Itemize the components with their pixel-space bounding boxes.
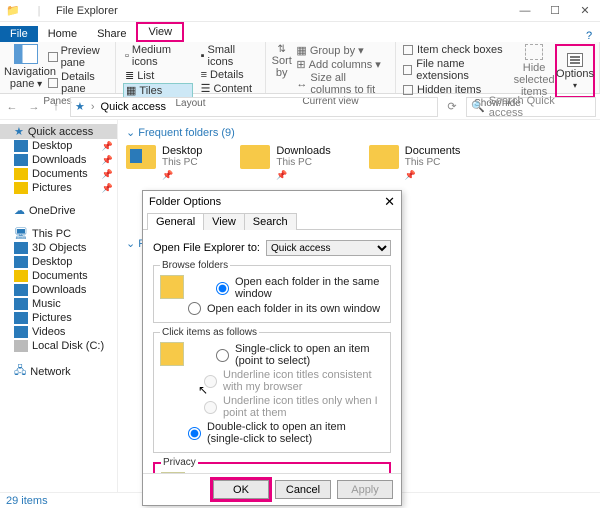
privacy-group: Privacy Show recently used files in Quic… <box>153 457 391 473</box>
sort-by-button[interactable]: ⇅Sort by <box>270 44 293 96</box>
layout-content[interactable]: ☰Content <box>199 82 258 95</box>
folder-icon <box>240 145 270 169</box>
ribbon-tabs: File Home Share View ? <box>0 22 600 42</box>
preview-pane-button[interactable]: Preview pane <box>48 44 111 70</box>
layout-small-icons[interactable]: ▪Small icons <box>199 44 258 68</box>
options-icon <box>567 53 583 67</box>
tree-desktop[interactable]: Desktop📌 <box>0 139 117 153</box>
maximize-button[interactable]: ☐ <box>540 0 570 22</box>
status-item-count: 29 items <box>6 495 48 507</box>
navigation-tree: ★Quick access Desktop📌 Downloads📌 Docume… <box>0 120 118 492</box>
tree-3d-objects[interactable]: 3D Objects <box>0 241 117 255</box>
tab-share[interactable]: Share <box>87 26 136 42</box>
address-bar: ← → ↑ ★ › Quick access ⟳ 🔍 Search Quick … <box>0 94 600 120</box>
browse-folders-icon <box>160 275 184 299</box>
qat-divider: | <box>30 2 48 20</box>
layout-details[interactable]: ≡Details <box>199 69 258 81</box>
dialog-tab-search[interactable]: Search <box>244 213 297 230</box>
dialog-close-button[interactable]: ✕ <box>384 194 395 210</box>
tree-network[interactable]: 🖧Network <box>0 361 117 382</box>
apply-button[interactable]: Apply <box>337 480 393 499</box>
hide-selected-button[interactable]: Hide selected items <box>513 44 555 98</box>
filename-extensions-toggle[interactable]: File name extensions <box>403 58 510 82</box>
tree-quick-access[interactable]: ★Quick access <box>0 124 117 139</box>
underline-browser-radio: Underline icon titles consistent with my… <box>160 368 384 394</box>
size-all-columns-button[interactable]: ↔ Size all columns to fit <box>296 72 388 96</box>
pin-icon: 📌 <box>276 170 330 181</box>
tree-pc-music[interactable]: Music <box>0 297 117 311</box>
layout-medium-icons[interactable]: ▫Medium icons <box>123 44 193 68</box>
tree-pc-videos[interactable]: Videos <box>0 325 117 339</box>
layout-list[interactable]: ≣List <box>123 69 193 82</box>
dialog-tab-general[interactable]: General <box>147 213 204 230</box>
click-items-icon <box>160 342 184 366</box>
folder-documents[interactable]: DocumentsThis PC📌 <box>369 145 461 181</box>
pin-icon: 📌 <box>102 183 113 194</box>
ribbon: Navigation pane ▾ Preview pane Details p… <box>0 42 600 94</box>
back-button[interactable]: ← <box>4 101 20 113</box>
pin-icon: 📌 <box>405 170 461 181</box>
folder-downloads[interactable]: DownloadsThis PC📌 <box>240 145 330 181</box>
tab-view[interactable]: View <box>136 22 184 42</box>
group-by-button[interactable]: ▦ Group by ▾ <box>296 44 388 57</box>
add-columns-button[interactable]: ⊞ Add columns ▾ <box>296 58 388 71</box>
ok-button[interactable]: OK <box>213 480 269 499</box>
folder-icon <box>126 145 156 169</box>
pin-icon: 📌 <box>102 155 113 166</box>
pin-icon: 📌 <box>102 141 113 152</box>
pin-icon: 📌 <box>102 169 113 180</box>
explorer-icon: 📁 <box>4 2 22 20</box>
single-click-radio[interactable]: Single-click to open an item (point to s… <box>188 342 384 368</box>
open-explorer-select[interactable]: Quick access <box>266 240 391 256</box>
underline-point-radio: Underline icon titles only when I point … <box>160 394 384 420</box>
dialog-tab-view[interactable]: View <box>203 213 245 230</box>
browse-folders-group: Browse folders Open each folder in the s… <box>153 260 391 323</box>
frequent-folders-heading[interactable]: ⌄Frequent folders (9) <box>126 126 592 139</box>
up-button[interactable]: ↑ <box>48 101 64 113</box>
breadcrumb-current: Quick access <box>101 101 166 113</box>
window-title: File Explorer <box>56 5 118 17</box>
item-checkboxes-toggle[interactable]: Item check boxes <box>403 44 510 56</box>
browse-same-window-radio[interactable]: Open each folder in the same window <box>188 275 384 301</box>
search-box[interactable]: 🔍 Search Quick access <box>466 97 596 117</box>
forward-button[interactable]: → <box>26 101 42 113</box>
open-explorer-label: Open File Explorer to: <box>153 242 260 254</box>
minimize-button[interactable]: — <box>510 0 540 22</box>
folder-options-dialog: Folder Options ✕ General View Search Ope… <box>142 190 402 506</box>
tree-documents[interactable]: Documents📌 <box>0 167 117 181</box>
tree-pc-downloads[interactable]: Downloads <box>0 283 117 297</box>
search-placeholder: Search Quick access <box>489 95 591 119</box>
options-button[interactable]: Options ▾ <box>555 44 595 98</box>
pin-icon: 📌 <box>162 170 202 181</box>
refresh-button[interactable]: ⟳ <box>444 100 460 113</box>
tree-pictures[interactable]: Pictures📌 <box>0 181 117 195</box>
tab-file[interactable]: File <box>0 26 38 42</box>
details-pane-button[interactable]: Details pane <box>48 70 111 96</box>
tree-downloads[interactable]: Downloads📌 <box>0 153 117 167</box>
tree-this-pc[interactable]: 🖥This PC <box>0 226 117 241</box>
quick-access-star-icon: ★ <box>75 100 85 113</box>
tree-onedrive[interactable]: ☁OneDrive <box>0 203 117 218</box>
tab-home[interactable]: Home <box>38 26 87 42</box>
navigation-pane-button[interactable]: Navigation pane ▾ <box>4 44 48 96</box>
tree-pc-desktop[interactable]: Desktop <box>0 255 117 269</box>
close-button[interactable]: ✕ <box>570 0 600 22</box>
double-click-radio[interactable]: Double-click to open an item (single-cli… <box>160 420 384 446</box>
click-items-group: Click items as follows Single-click to o… <box>153 327 391 453</box>
tree-pc-pictures[interactable]: Pictures <box>0 311 117 325</box>
folder-desktop[interactable]: DesktopThis PC📌 <box>126 145 202 181</box>
browse-own-window-radio[interactable]: Open each folder in its own window <box>160 301 384 316</box>
titlebar: 📁 | File Explorer — ☐ ✕ <box>0 0 600 22</box>
dialog-title: Folder Options <box>149 196 221 208</box>
help-icon[interactable]: ? <box>578 30 600 42</box>
search-icon: 🔍 <box>471 100 485 113</box>
cancel-button[interactable]: Cancel <box>275 480 331 499</box>
folder-icon <box>369 145 399 169</box>
breadcrumb[interactable]: ★ › Quick access <box>70 97 438 117</box>
tree-local-disk[interactable]: Local Disk (C:) <box>0 339 117 353</box>
tree-pc-documents[interactable]: Documents <box>0 269 117 283</box>
